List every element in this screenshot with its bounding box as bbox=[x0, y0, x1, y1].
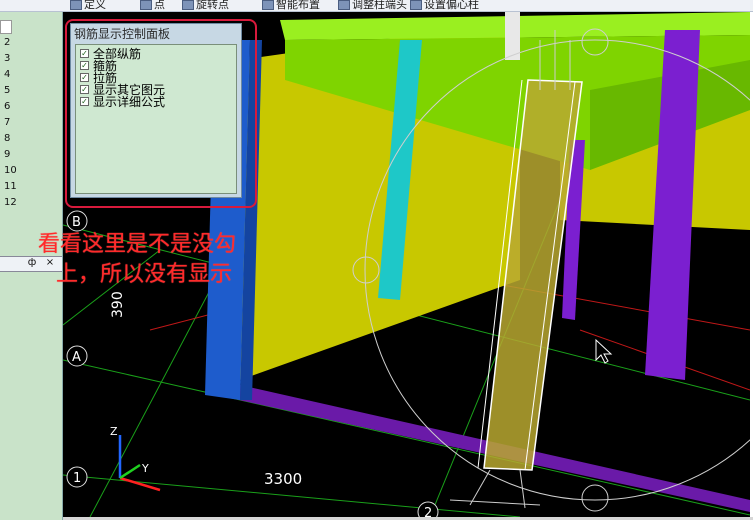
axis-z-label: Z bbox=[110, 425, 118, 438]
list-row-number[interactable]: 12 bbox=[4, 197, 17, 208]
toolbar-smart-place[interactable]: 智能布置 bbox=[276, 0, 320, 11]
adjust-column-end-icon[interactable] bbox=[338, 0, 350, 10]
toolbar-rotate-point[interactable]: 旋转点 bbox=[196, 0, 229, 11]
list-row-number[interactable]: 11 bbox=[4, 181, 17, 192]
list-row-number[interactable]: 8 bbox=[4, 133, 10, 144]
point-icon[interactable] bbox=[140, 0, 152, 10]
checkbox[interactable]: ✓ bbox=[80, 97, 89, 106]
dimension-3300: 3300 bbox=[264, 470, 302, 488]
define-icon[interactable] bbox=[70, 0, 82, 10]
list-row-number[interactable]: 9 bbox=[4, 149, 10, 160]
cursor-icon bbox=[595, 338, 613, 364]
axis-label-a: A bbox=[72, 350, 81, 365]
top-toolbar: 定义 点 旋转点 智能布置 调整柱端头 设置偏心柱 bbox=[0, 0, 753, 12]
toolbar-eccentric-column[interactable]: 设置偏心柱 bbox=[424, 0, 479, 11]
annotation-line-2: 上，所以没有显示 bbox=[56, 262, 233, 287]
annotation-line-1: 看看这里是不是没勾 bbox=[38, 232, 237, 257]
axis-label-b: B bbox=[72, 215, 81, 230]
axis-y-label: Y bbox=[141, 462, 149, 475]
white-column bbox=[505, 12, 520, 60]
checkbox[interactable]: ✓ bbox=[80, 85, 89, 94]
grip-handle-bottom[interactable] bbox=[581, 484, 609, 512]
dimension-390: 390 bbox=[110, 291, 126, 318]
smart-place-icon[interactable] bbox=[262, 0, 274, 10]
list-row-number[interactable]: 10 bbox=[4, 165, 17, 176]
checkbox[interactable]: ✓ bbox=[80, 49, 89, 58]
rebar-display-control-panel: 钢筋显示控制面板 ✓ 全部纵筋 ✓ 箍筋 ✓ 拉筋 ✓ 显示其它图元 ✓ 显示详… bbox=[70, 23, 242, 198]
toolbar-point[interactable]: 点 bbox=[154, 0, 165, 11]
panel-title: 钢筋显示控制面板 bbox=[74, 27, 171, 41]
option-label: 显示详细公式 bbox=[93, 95, 166, 109]
annotation-note: 看看这里是不是没勾 上，所以没有显示 bbox=[38, 230, 236, 290]
axis-label-1: 1 bbox=[73, 471, 81, 486]
list-row-number[interactable]: 4 bbox=[4, 69, 10, 80]
list-row-number[interactable]: 2 bbox=[4, 37, 10, 48]
pin-button[interactable]: ф bbox=[26, 257, 38, 269]
eccentric-column-icon[interactable] bbox=[410, 0, 422, 10]
axis-label-2: 2 bbox=[424, 506, 432, 517]
checkbox[interactable]: ✓ bbox=[80, 61, 89, 70]
list-row-number[interactable]: 5 bbox=[4, 85, 10, 96]
toolbar-define[interactable]: 定义 bbox=[84, 0, 106, 11]
list-row-number[interactable]: 3 bbox=[4, 53, 10, 64]
toolbar-adjust-column-end[interactable]: 调整柱端头 bbox=[352, 0, 407, 11]
rotate-point-icon[interactable] bbox=[182, 0, 194, 10]
list-row-marker bbox=[0, 20, 12, 34]
list-row-number[interactable]: 7 bbox=[4, 117, 10, 128]
checkbox[interactable]: ✓ bbox=[80, 73, 89, 82]
panel-options: ✓ 全部纵筋 ✓ 箍筋 ✓ 拉筋 ✓ 显示其它图元 ✓ 显示详细公式 bbox=[75, 44, 237, 194]
list-row-number[interactable]: 6 bbox=[4, 101, 10, 112]
